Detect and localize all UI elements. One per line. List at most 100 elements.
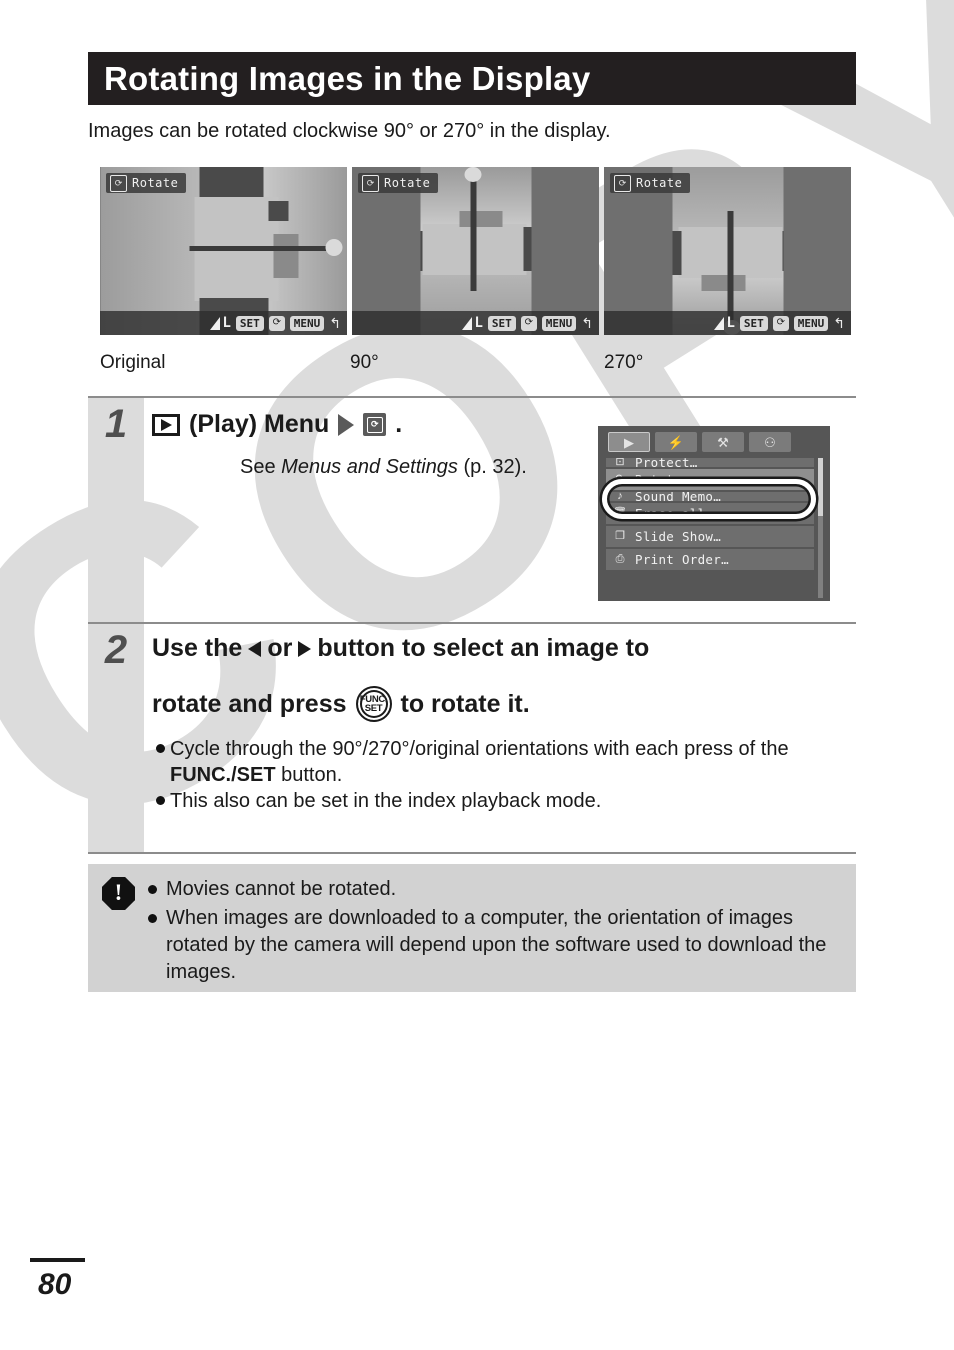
play-menu-screenshot: ▶ ⚡ ⚒ ⚇ ⊡ Protect… ⟳ Rotate… ♪ Sound Mem… (598, 426, 830, 601)
lcd-bottom-bar: L SET ⟳ MENU ↰ (604, 311, 851, 335)
warning-icon: ! (102, 877, 135, 910)
menu-item-print-order[interactable]: ⎙ Print Order… (606, 549, 814, 570)
arrow-left-icon (248, 640, 262, 657)
bullet-bold: FUNC./SET (170, 764, 276, 786)
quality-size-label: L (474, 315, 483, 331)
my-camera-tab[interactable]: ⚇ (749, 432, 791, 452)
return-arrow-icon: ↰ (833, 315, 845, 331)
step-2-text-c: rotate and press (152, 689, 347, 718)
rotate-icon: ⟳ (614, 174, 631, 192)
bullet-text: Cycle through the 90°/270°/original orie… (170, 736, 846, 788)
see-suffix: (p. 32). (457, 456, 527, 478)
quality-size-label: L (222, 315, 231, 331)
rotate-icon: ⟳ (110, 174, 127, 192)
step-2-text-b: button to select an image to (317, 634, 650, 662)
lcd-preview-row: ⟳ Rotate L SET ⟳ MENU ↰ ⟳ Rotate L SET ⟳… (100, 167, 860, 347)
menu-item-slide-show[interactable]: ❐ Slide Show… (606, 526, 814, 547)
set-key-label: SET (487, 315, 516, 331)
menu-key-label: MENU (541, 315, 577, 331)
caption-270: 270° (604, 352, 644, 373)
bullet-dot (156, 744, 165, 753)
bullet-dot (148, 914, 157, 923)
list-item: Cycle through the 90°/270°/original orie… (156, 736, 846, 788)
set-key-label: SET (739, 315, 768, 331)
quality-triangle-icon (210, 316, 221, 330)
step-2-number: 2 (104, 628, 128, 672)
return-arrow-icon: ↰ (329, 315, 341, 331)
setup-tab[interactable]: ⚒ (702, 432, 744, 452)
image-quality-indicator: L (462, 315, 483, 331)
rotate-icon: ⟳ (772, 315, 789, 331)
rotate-icon: ⟳ (268, 315, 285, 331)
play-tab[interactable]: ▶ (608, 432, 650, 452)
flash-icon: ⚡ (667, 434, 685, 450)
return-arrow-icon: ↰ (581, 315, 593, 331)
menu-key-label: MENU (289, 315, 325, 331)
lcd-bottom-bar: L SET ⟳ MENU ↰ (352, 311, 599, 335)
bullet-text: This also can be set in the index playba… (170, 790, 602, 812)
list-item: Movies cannot be rotated. (148, 876, 838, 903)
slide-show-icon: ❐ (615, 530, 625, 542)
step-2-text-d: to rotate it. (400, 689, 530, 718)
lcd-preview-90: ⟳ Rotate L SET ⟳ MENU ↰ (352, 167, 599, 335)
menu-item-protect[interactable]: ⊡ Protect… (606, 458, 814, 467)
step-1-heading-text: (Play) Menu (189, 410, 330, 438)
caption-90: 90° (350, 352, 379, 373)
arrow-right-icon (298, 640, 312, 657)
warning-list: Movies cannot be rotated. When images ar… (148, 876, 838, 988)
menu-item-label: Protect… (635, 458, 698, 467)
scrollbar-thumb[interactable] (818, 458, 823, 516)
bullet-dot (148, 885, 157, 894)
list-item: This also can be set in the index playba… (156, 788, 846, 814)
manual-page: Rotating Images in the Display Images ca… (0, 0, 954, 1350)
step-2-number-column: 2 (88, 624, 144, 852)
intro-paragraph: Images can be rotated clockwise 90° or 2… (88, 120, 611, 142)
caption-original: Original (100, 352, 166, 373)
see-reference-title: Menus and Settings (281, 456, 458, 478)
page-number: 80 (38, 1268, 72, 1301)
arrow-right-icon (338, 413, 355, 436)
lcd-mode-label: Rotate (132, 176, 179, 190)
protect-icon: ⊡ (615, 458, 625, 467)
section-divider (88, 622, 856, 624)
lcd-preview-270: ⟳ Rotate L SET ⟳ MENU ↰ (604, 167, 851, 335)
bullet-post: button. (275, 764, 343, 786)
tools-icon: ⚒ (717, 434, 729, 450)
step-1-reference: See Menus and Settings (p. 32). (240, 456, 527, 479)
step-2-or: or (267, 634, 293, 662)
image-quality-indicator: L (714, 315, 735, 331)
warning-text: When images are downloaded to a computer… (166, 907, 827, 983)
step-1-number-column: 1 (88, 398, 144, 622)
play-icon: ▶ (624, 434, 634, 450)
step-2-bullet-list: Cycle through the 90°/270°/original orie… (156, 736, 846, 814)
lcd-mode-label: Rotate (384, 176, 431, 190)
quality-triangle-icon (462, 316, 473, 330)
menu-item-label: Print Order… (635, 552, 729, 567)
quality-size-label: L (726, 315, 735, 331)
quality-triangle-icon (714, 316, 725, 330)
section-divider (88, 396, 856, 398)
bullet-pre: Cycle through the 90°/270°/original orie… (170, 738, 789, 760)
rotate-icon: ⟳ (520, 315, 537, 331)
play-button-icon (152, 413, 180, 436)
step-1-heading-period: . (395, 410, 403, 438)
print-order-icon: ⎙ (615, 553, 625, 565)
step-2-text-a: Use the (152, 634, 243, 662)
step-2-line-1: Use the or button to select an image to (152, 634, 852, 663)
func-set-button-icon: FUNC. SET (355, 686, 392, 722)
flash-tab[interactable]: ⚡ (655, 432, 697, 452)
step-1-number: 1 (104, 402, 128, 446)
step-1-heading: (Play) Menu ⟳ . (152, 410, 402, 439)
lcd-mode-tag: ⟳ Rotate (358, 173, 439, 193)
page-title: Rotating Images in the Display (104, 59, 591, 97)
menu-item-label: Slide Show… (635, 529, 722, 544)
lcd-mode-tag: ⟳ Rotate (610, 173, 691, 193)
menu-key-label: MENU (793, 315, 829, 331)
step-2-line-2: rotate and press FUNC. SET to rotate it. (152, 686, 852, 722)
lcd-bottom-bar: L SET ⟳ MENU ↰ (100, 311, 347, 335)
rotate-icon: ⟳ (362, 174, 379, 192)
set-key-label: SET (235, 315, 264, 331)
menu-scrollbar[interactable] (818, 458, 823, 598)
lcd-preview-original: ⟳ Rotate L SET ⟳ MENU ↰ (100, 167, 347, 335)
bullet-dot (156, 796, 165, 805)
